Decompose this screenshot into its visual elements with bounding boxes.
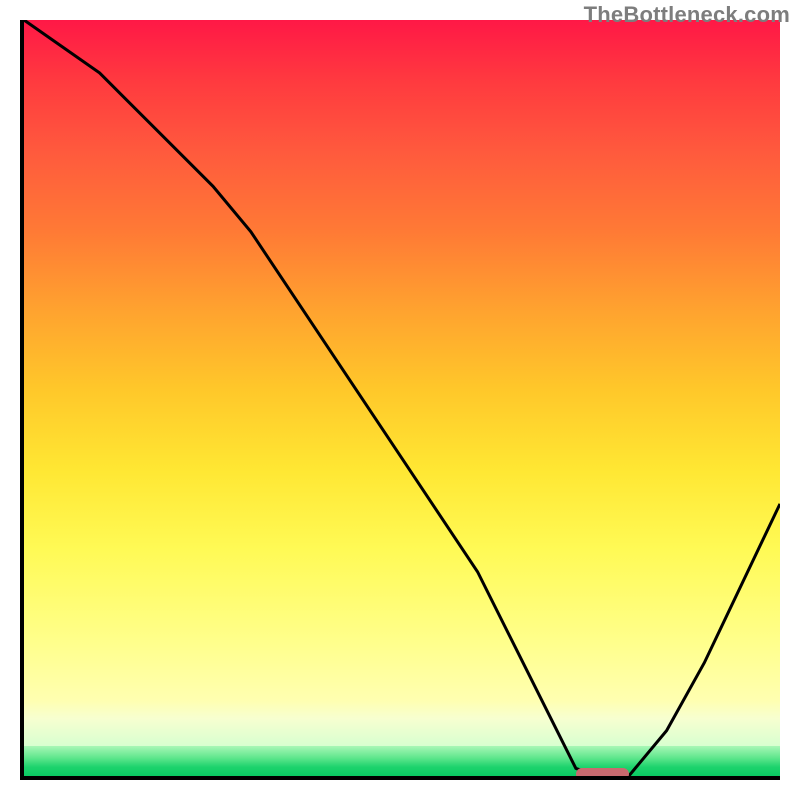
watermark-text: TheBottleneck.com: [584, 2, 790, 28]
heat-gradient-background: [24, 20, 780, 776]
sweet-spot-marker: [576, 768, 629, 780]
gradient-band-pale: [24, 700, 780, 745]
gradient-band-green: [24, 746, 780, 776]
gradient-band-yellow: [24, 549, 780, 700]
plot-area: [20, 20, 780, 780]
gradient-band-red: [24, 20, 780, 549]
bottleneck-chart: TheBottleneck.com: [0, 0, 800, 800]
